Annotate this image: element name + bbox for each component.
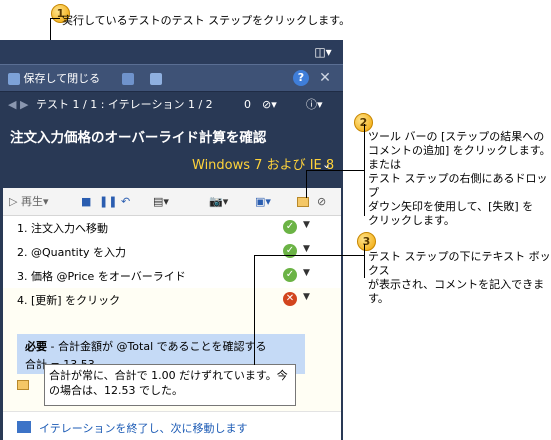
callout-2-line: または	[368, 158, 401, 171]
comment-icon	[17, 380, 29, 390]
play-label: 再生	[20, 195, 43, 208]
step-dropdown-icon[interactable]: ▼	[303, 220, 310, 230]
callout-2-line: テスト ステップの右側にあるドロップ	[368, 172, 548, 199]
attachment-icon[interactable]: ⊘▾	[262, 96, 277, 114]
test-step-row[interactable]: 1. 注文入力へ移動 ✓ ▼	[3, 216, 341, 241]
passed-icon: ✓	[283, 220, 297, 234]
info-icon[interactable]: ⓘ▾	[306, 96, 323, 114]
iteration-label: テスト 1 / 1 : イテレーション 1 / 2	[36, 98, 213, 111]
test-step-row[interactable]: 2. @Quantity を入力 ✓ ▼	[3, 240, 341, 265]
callout-2-connector-drop	[306, 170, 307, 198]
save-close-icon	[8, 73, 20, 85]
stop-icon[interactable]: ■	[81, 193, 91, 211]
callout-2-line-v	[364, 124, 365, 216]
windows-icon[interactable]	[150, 70, 162, 88]
end-iteration-link[interactable]: イテレーションを終了し、次に移動します	[3, 416, 341, 440]
callout-2-line: コメントの追加] をクリックします。	[368, 144, 551, 157]
callout-3-line-v	[364, 244, 365, 278]
expected-required-line: 必要 - 合計金額が @Total であることを確認する	[25, 338, 267, 354]
step-toolbar: ▷ 再生▾ ■ ❚❚ ↶ ▤▾ 📷▾ ▣▾ ⊘	[3, 188, 341, 216]
play-icon: ▷	[9, 195, 18, 208]
save-close-button[interactable]: 保存して閉じる	[8, 70, 100, 88]
iteration-nav-bar: ◀ ▶ テスト 1 / 1 : イテレーション 1 / 2 0 ⊘▾ ⓘ▾	[0, 92, 343, 118]
undo-icon[interactable]: ↶	[121, 193, 130, 211]
step-label: 3. 価格 @Price をオーバーライド	[17, 270, 186, 283]
pause-icon[interactable]: ❚❚	[99, 193, 117, 211]
test-step-row[interactable]: 3. 価格 @Price をオーバーライド ✓ ▼	[3, 264, 341, 289]
attach-icon[interactable]: ⊘	[317, 193, 326, 211]
help-icon[interactable]: ?	[293, 70, 309, 86]
step-label: 4. [更新] をクリック	[17, 294, 121, 307]
required-text: - 合計金額が @Total であることを確認する	[47, 340, 267, 353]
passed-icon: ✓	[283, 268, 297, 282]
step-dropdown-icon[interactable]: ▼	[303, 268, 310, 278]
comment-textbox[interactable]: 合計が常に、合計で 1.00 だけずれています。今の場合は、12.53 でした。	[44, 364, 296, 406]
prev-next-icon[interactable]: ◀ ▶	[8, 96, 28, 114]
callout-2-connector	[306, 170, 364, 171]
callout-1-line-h	[50, 18, 60, 19]
failed-icon: ✕	[283, 292, 297, 306]
callout-3-connector-drop	[254, 255, 255, 365]
test-header: 注文入力価格のオーバーライド計算を確認 Windows 7 および IE 8 ⌄	[0, 118, 343, 178]
test-title: 注文入力価格のオーバーライド計算を確認	[10, 130, 267, 146]
callout-text-2: ツール バーの [ステップの結果への コメントの追加] をクリックします。 また…	[368, 130, 551, 228]
step-dropdown-icon[interactable]: ▼	[303, 244, 310, 254]
callout-2-line: クリックします。	[368, 214, 455, 227]
required-label: 必要	[25, 340, 47, 353]
mark-result-icon[interactable]: ▤▾	[153, 193, 169, 211]
callout-3-line: が表示され、コメントを記入できます。	[368, 278, 545, 305]
callout-3-line: テスト ステップの下にテキスト ボックス	[368, 250, 551, 277]
step-label: 1. 注文入力へ移動	[17, 222, 108, 235]
add-comment-icon[interactable]	[297, 197, 309, 207]
callout-3-connector	[254, 255, 364, 256]
window-title-bar: ◫▾	[0, 40, 343, 64]
end-iteration-label: イテレーションを終了し、次に移動します	[39, 422, 248, 435]
close-icon[interactable]: ✕	[317, 69, 333, 87]
screenshot-icon[interactable]: 📷▾	[209, 193, 228, 211]
callout-2-line: ツール バーの [ステップの結果への	[368, 130, 545, 143]
runner-toolbar: 保存して閉じる ? ✕	[0, 64, 343, 92]
attachment-count: 0	[244, 98, 251, 111]
save-close-label: 保存して閉じる	[23, 72, 101, 85]
step-label: 2. @Quantity を入力	[17, 246, 127, 259]
play-button[interactable]: ▷ 再生▾	[9, 193, 49, 211]
callout-badge-3: 3	[357, 232, 376, 251]
callout-text-3: テスト ステップの下にテキスト ボックス が表示され、コメントを記入できます。	[368, 250, 551, 306]
end-iteration-icon	[17, 421, 31, 433]
system-info-icon[interactable]: ▣▾	[255, 193, 271, 211]
step-dropdown-icon[interactable]: ▼	[303, 292, 310, 302]
callout-2-line: ダウン矢印を使用して、[失敗] を	[368, 200, 534, 213]
layout-menu-icon[interactable]: ◫▾	[309, 44, 337, 60]
save-icon[interactable]	[122, 70, 134, 88]
test-step-row[interactable]: 4. [更新] をクリック ✕ ▼	[3, 288, 341, 312]
callout-text-1: 実行しているテストのテスト ステップをクリックします。	[62, 14, 351, 27]
